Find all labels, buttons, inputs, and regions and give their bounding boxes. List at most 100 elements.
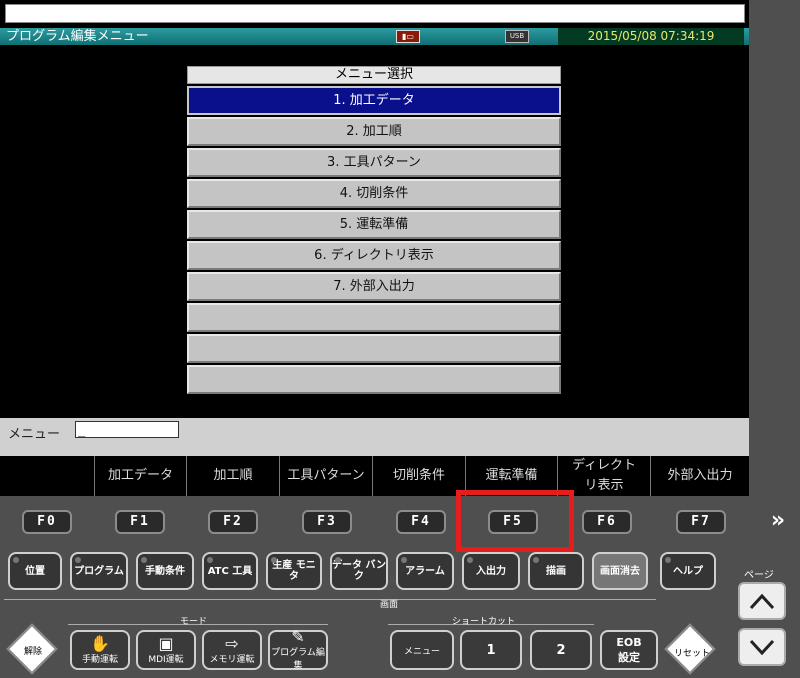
set-label: 設定 <box>618 650 640 664</box>
screen-divider <box>4 599 656 600</box>
eob-set-button[interactable]: EOB 設定 <box>600 630 658 670</box>
screen-section-label: 画面 <box>380 600 399 610</box>
progedit-label: プログラム編集 <box>271 648 325 671</box>
status-led <box>665 557 671 563</box>
usb-icon: USB <box>505 30 529 43</box>
draw-button-label: 描画 <box>546 565 566 577</box>
reset-label: リセット <box>673 649 710 659</box>
io-button[interactable]: 入出力 <box>462 552 520 590</box>
manual-mode-button[interactable]: ✋ 手動運転 <box>70 630 130 670</box>
manual-label: 手動運転 <box>81 654 118 665</box>
clear-button-label: 画面消去 <box>600 565 640 577</box>
draw-button[interactable]: 描画 <box>528 552 584 590</box>
menu-number-input[interactable] <box>75 421 179 438</box>
menu-item-operation-prep[interactable]: 5. 運転準備 <box>187 210 561 239</box>
production-monitor-button[interactable]: 生産 モニタ <box>266 552 322 590</box>
mode-section-label: モード <box>180 617 208 627</box>
menu-panel: メニュー選択 1. 加工データ 2. 加工順 3. 工具パターン 4. 切削条件… <box>187 66 561 394</box>
menu-item-tool-pattern[interactable]: 3. 工具パターン <box>187 148 561 177</box>
command-label: メニュー <box>8 427 61 442</box>
cutting-condition-button[interactable]: 手動条件 <box>136 552 194 590</box>
softkey-label-f0[interactable] <box>0 456 94 496</box>
memory-mode-button[interactable]: ⇨ メモリ運転 <box>202 630 262 670</box>
chevron-down-icon <box>749 639 775 656</box>
page-down-button[interactable] <box>738 628 786 666</box>
memory-icon: ⇨ <box>225 633 239 653</box>
menu-title: メニュー選択 <box>187 66 561 84</box>
edit-icon: ✎ <box>291 627 305 646</box>
status-led <box>271 557 277 563</box>
f0-key[interactable]: F0 <box>22 510 72 534</box>
status-led <box>75 557 81 563</box>
program-button-label: プログラム <box>74 565 124 577</box>
memory-label: メモリ運転 <box>209 654 255 665</box>
shortcut-2-label: 2 <box>556 642 566 658</box>
eob-label: EOB <box>616 635 642 649</box>
status-led <box>13 557 19 563</box>
program-edit-mode-button[interactable]: ✎ プログラム編集 <box>268 627 328 671</box>
status-led <box>597 557 603 563</box>
more-keys-button[interactable]: » <box>763 509 793 535</box>
menu-shortcut-label: メニュー <box>403 646 440 657</box>
io-button-label: 入出力 <box>476 565 506 577</box>
f1-key[interactable]: F1 <box>115 510 165 534</box>
status-led <box>467 557 473 563</box>
cutting-button-label: 手動条件 <box>145 565 185 577</box>
data-bank-button[interactable]: データ バンク <box>330 552 388 590</box>
card-icon: ▮▭ <box>396 30 420 43</box>
f6-key[interactable]: F6 <box>582 510 632 534</box>
header-bar: プログラム編集メニュー ▮▭ USB 2015/05/08 07:34:19 <box>0 28 749 45</box>
softkey-labels: 加工データ 加工順 工具パターン 切削条件 運転準備 ディレクトリ表示 外部入出… <box>0 456 749 496</box>
position-button[interactable]: 位置 <box>8 552 62 590</box>
status-led <box>207 557 213 563</box>
atc-tool-button[interactable]: ATC 工具 <box>202 552 258 590</box>
menu-item-cutting-conditions[interactable]: 4. 切削条件 <box>187 179 561 208</box>
input-strip[interactable] <box>5 4 745 23</box>
chevron-up-icon <box>749 593 775 610</box>
menu-item-machining-order[interactable]: 2. 加工順 <box>187 117 561 146</box>
alarm-button[interactable]: アラーム <box>396 552 454 590</box>
alarm-button-label: アラーム <box>405 565 445 577</box>
status-led <box>401 557 407 563</box>
command-line: メニュー <box>0 418 749 456</box>
top-bar <box>0 0 749 28</box>
release-label: 解除 <box>23 647 42 657</box>
mdi-label: MDI運転 <box>148 654 184 665</box>
menu-item-empty[interactable] <box>187 303 561 332</box>
program-button[interactable]: プログラム <box>70 552 128 590</box>
shortcut-1-button[interactable]: 1 <box>460 630 522 670</box>
screen-clear-button[interactable]: 画面消去 <box>592 552 648 590</box>
menu-item-directory[interactable]: 6. ディレクトリ表示 <box>187 241 561 270</box>
softkey-label-f2[interactable]: 加工順 <box>186 456 279 496</box>
softkey-label-f3[interactable]: 工具パターン <box>279 456 372 496</box>
softkey-label-f1[interactable]: 加工データ <box>94 456 186 496</box>
menu-item-empty[interactable] <box>187 334 561 363</box>
status-led <box>533 557 539 563</box>
hand-icon: ✋ <box>90 633 110 653</box>
f5-highlight-box <box>456 490 574 552</box>
softkey-label-f7[interactable]: 外部入出力 <box>650 456 749 496</box>
menu-item-empty[interactable] <box>187 365 561 394</box>
page-label: ページ <box>744 570 774 581</box>
mdi-mode-button[interactable]: ▣ MDI運転 <box>136 630 196 670</box>
help-button[interactable]: ヘルプ <box>660 552 716 590</box>
atc-button-label: ATC 工具 <box>207 565 253 577</box>
softkey-label-f4[interactable]: 切削条件 <box>372 456 465 496</box>
f7-key[interactable]: F7 <box>676 510 726 534</box>
help-button-label: ヘルプ <box>673 565 703 577</box>
shortcut-section-label: ショートカット <box>452 617 516 627</box>
main-screen: メニュー選択 1. 加工データ 2. 加工順 3. 工具パターン 4. 切削条件… <box>0 45 749 418</box>
f4-key[interactable]: F4 <box>396 510 446 534</box>
menu-item-external-io[interactable]: 7. 外部入出力 <box>187 272 561 301</box>
menu-shortcut-button[interactable]: メニュー <box>390 630 454 670</box>
f2-key[interactable]: F2 <box>208 510 258 534</box>
shortcut-1-label: 1 <box>486 642 496 658</box>
shortcut-2-button[interactable]: 2 <box>530 630 592 670</box>
production-button-label: 生産 モニタ <box>272 560 316 582</box>
f3-key[interactable]: F3 <box>302 510 352 534</box>
status-led <box>141 557 147 563</box>
page-up-button[interactable] <box>738 582 786 620</box>
status-led <box>335 557 341 563</box>
menu-item-machining-data[interactable]: 1. 加工データ <box>187 86 561 115</box>
databank-button-label: データ バンク <box>332 560 386 582</box>
